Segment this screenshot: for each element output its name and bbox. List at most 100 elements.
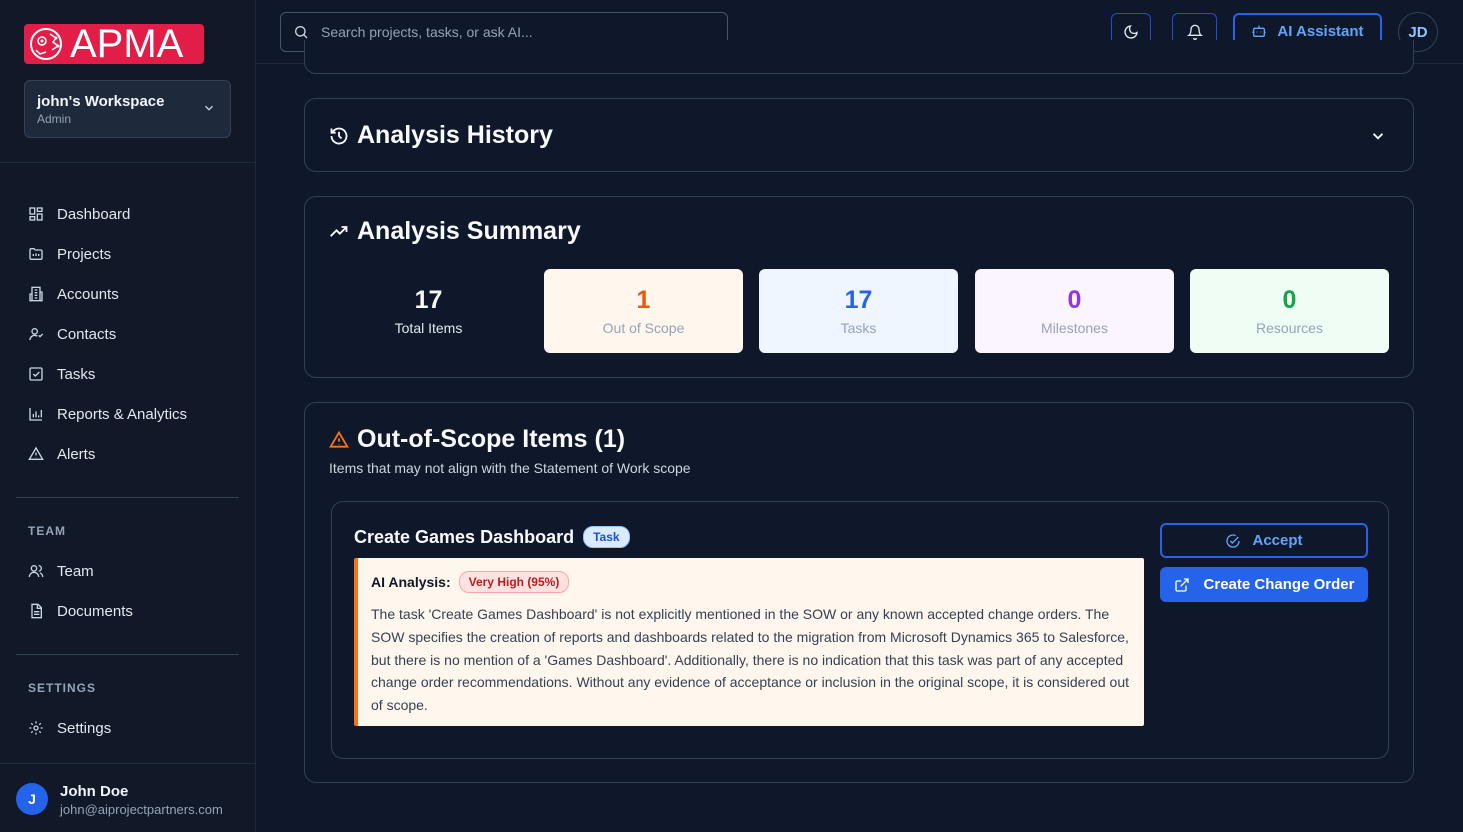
confidence-badge: Very High (95%) — [458, 571, 570, 593]
stat-value: 17 — [414, 286, 443, 314]
stat-label: Total Items — [394, 320, 463, 336]
analysis-summary-header: Analysis Summary — [329, 217, 581, 246]
analysis-history-card[interactable]: Analysis History — [304, 98, 1414, 172]
sidebar-item-tasks[interactable]: Tasks — [16, 354, 240, 394]
out-of-scope-card: Out-of-Scope Items (1) Items that may no… — [304, 402, 1414, 783]
user-name: John Doe — [60, 783, 129, 800]
sidebar: APMA john's Workspace Admin Dashboard Pr… — [0, 0, 256, 832]
sidebar-item-accounts[interactable]: Accounts — [16, 274, 240, 314]
ai-analysis-header: AI Analysis: Very High (95%) — [371, 571, 1132, 593]
out-of-scope-title: Out-of-Scope Items (1) — [357, 425, 626, 453]
ai-analysis-box: AI Analysis: Very High (95%) The task 'C… — [354, 558, 1144, 726]
stat-tasks: 17 Tasks — [759, 269, 958, 353]
building-icon — [29, 286, 43, 302]
gear-icon — [29, 721, 43, 735]
sidebar-item-label: Reports & Analytics — [57, 405, 188, 423]
stat-label: Resources — [1256, 320, 1323, 336]
sidebar-item-reports[interactable]: Reports & Analytics — [16, 394, 240, 434]
user-email: john@aiprojectpartners.com — [60, 802, 223, 817]
workspace-role: Admin — [37, 112, 72, 126]
sidebar-item-label: Team — [57, 562, 94, 580]
create-change-order-button[interactable]: Create Change Order — [1160, 567, 1368, 602]
stat-value: 0 — [1067, 286, 1082, 314]
ai-analysis-text: The task 'Create Games Dashboard' is not… — [371, 606, 1129, 714]
settings-heading: SETTINGS — [28, 681, 97, 695]
users-icon — [28, 565, 44, 578]
out-of-scope-item: Create Games Dashboard Task AI Analysis:… — [331, 501, 1389, 759]
sidebar-item-label: Projects — [57, 245, 112, 263]
bot-icon — [1252, 25, 1267, 37]
item-type-badge: Task — [583, 526, 630, 548]
sidebar-item-team[interactable]: Team — [16, 551, 240, 591]
previous-card — [304, 40, 1414, 74]
sidebar-item-label: Accounts — [57, 285, 119, 303]
analysis-summary-title: Analysis Summary — [357, 217, 581, 245]
trending-up-icon — [330, 225, 348, 237]
history-icon — [330, 127, 348, 144]
folder-icon — [29, 248, 43, 260]
chevron-down-icon — [202, 101, 216, 120]
user-profile[interactable]: J John Doe john@aiprojectpartners.com — [0, 763, 256, 832]
sidebar-item-documents[interactable]: Documents — [16, 591, 240, 631]
sidebar-divider — [16, 497, 239, 498]
avatar: J — [16, 783, 48, 815]
sidebar-divider — [0, 162, 256, 163]
sidebar-item-label: Documents — [57, 602, 133, 620]
analysis-history-header: Analysis History — [329, 121, 553, 150]
accept-button[interactable]: Accept — [1160, 523, 1368, 558]
team-heading: TEAM — [28, 524, 66, 538]
out-of-scope-header: Out-of-Scope Items (1) — [329, 425, 625, 454]
out-of-scope-subtitle: Items that may not align with the Statem… — [329, 460, 691, 476]
sidebar-item-contacts[interactable]: Contacts — [16, 314, 240, 354]
contact-icon — [29, 328, 44, 341]
team-nav: Team Documents — [16, 551, 240, 631]
alert-triangle-icon — [329, 430, 349, 448]
ai-assistant-label: AI Assistant — [1277, 22, 1364, 40]
stat-resources: 0 Resources — [1190, 269, 1389, 353]
sidebar-item-label: Tasks — [57, 365, 96, 383]
stat-label: Tasks — [840, 320, 877, 336]
checkbox-icon — [29, 367, 43, 381]
sidebar-item-alerts[interactable]: Alerts — [16, 434, 240, 474]
analysis-summary-card: Analysis Summary 17 Total Items 1 Out of… — [304, 196, 1414, 378]
search-icon — [295, 26, 308, 39]
stat-value: 0 — [1282, 286, 1297, 314]
sidebar-item-label: Dashboard — [57, 205, 131, 223]
stat-milestones: 0 Milestones — [975, 269, 1174, 353]
document-icon — [31, 603, 42, 619]
logo-text: APMA — [70, 22, 184, 66]
accept-label: Accept — [1252, 532, 1303, 549]
search-input[interactable] — [321, 24, 711, 40]
bar-chart-icon — [29, 408, 42, 421]
create-change-order-label: Create Change Order — [1203, 576, 1355, 593]
ai-analysis-label: AI Analysis: — [371, 574, 451, 590]
sidebar-item-dashboard[interactable]: Dashboard — [16, 194, 240, 234]
stat-out-of-scope: 1 Out of Scope — [544, 269, 743, 353]
stat-label: Milestones — [1041, 320, 1108, 336]
sidebar-item-label: Settings — [57, 719, 112, 737]
sidebar-item-settings[interactable]: Settings — [16, 708, 240, 748]
stat-value: 17 — [844, 286, 873, 314]
moon-icon — [1124, 25, 1138, 39]
workspace-name: john's Workspace — [37, 93, 165, 110]
alert-triangle-icon — [28, 446, 44, 460]
sidebar-item-projects[interactable]: Projects — [16, 234, 240, 274]
sidebar-item-label: Alerts — [57, 445, 96, 463]
sidebar-item-label: Contacts — [57, 325, 117, 343]
dashboard-icon — [29, 207, 43, 221]
stat-total-items: 17 Total Items — [329, 269, 528, 353]
check-circle-icon — [1226, 533, 1241, 548]
workspace-switcher[interactable]: john's Workspace Admin — [24, 80, 231, 138]
item-title-row: Create Games Dashboard Task — [354, 526, 630, 548]
stat-value: 1 — [636, 286, 651, 314]
item-name: Create Games Dashboard — [354, 526, 575, 547]
sidebar-divider — [16, 654, 239, 655]
robot-head-logo-icon — [24, 24, 68, 64]
settings-nav: Settings — [16, 708, 240, 748]
external-link-icon — [1174, 577, 1189, 592]
app-logo[interactable]: APMA — [24, 24, 204, 64]
analysis-history-title: Analysis History — [357, 121, 553, 149]
bell-icon — [1186, 24, 1203, 40]
stat-label: Out of Scope — [602, 320, 685, 336]
chevron-down-icon[interactable] — [1369, 127, 1387, 150]
